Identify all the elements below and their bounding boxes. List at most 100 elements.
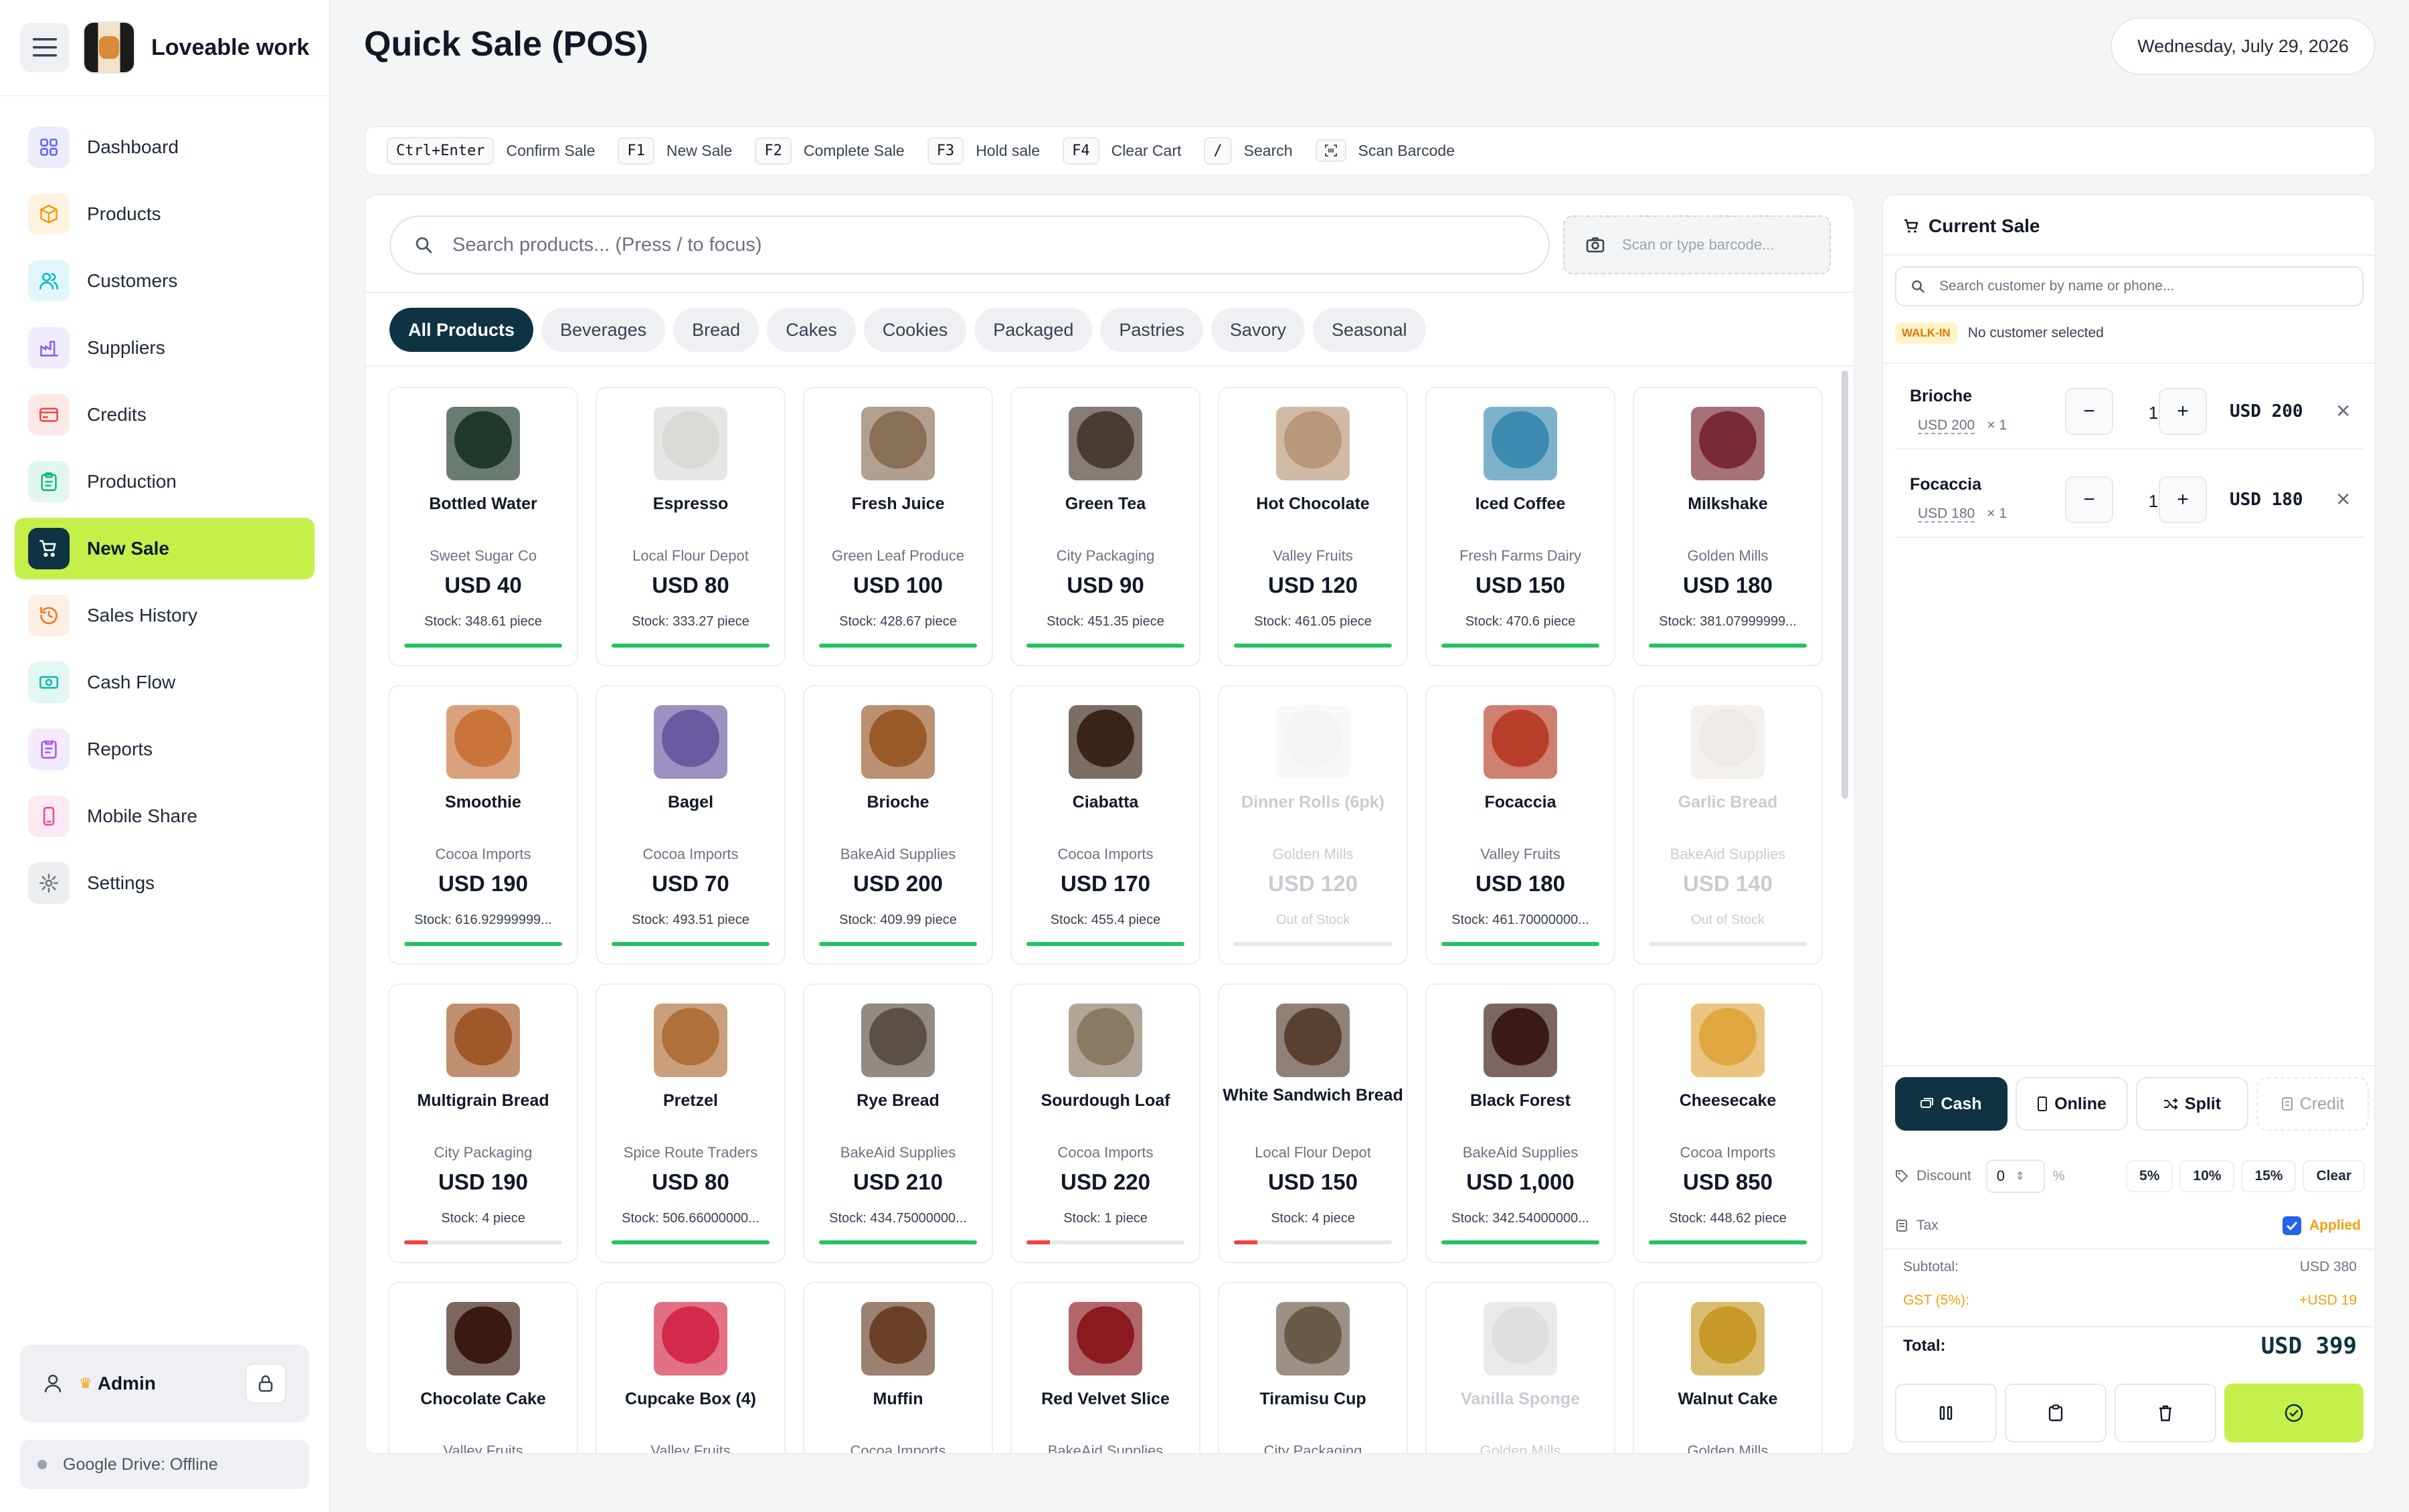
category-chip-all-products[interactable]: All Products bbox=[389, 308, 534, 352]
clipboard-icon bbox=[28, 461, 70, 502]
payment-online-button[interactable]: Online bbox=[2016, 1077, 2128, 1131]
customer-search-input[interactable] bbox=[1939, 278, 2341, 294]
category-chip-bread[interactable]: Bread bbox=[673, 308, 760, 352]
discount-preset-10pct[interactable]: 10% bbox=[2179, 1160, 2235, 1192]
shortcut-key: / bbox=[1204, 136, 1232, 165]
product-name: Pretzel bbox=[663, 1091, 718, 1110]
sidebar-item-settings[interactable]: Settings bbox=[15, 852, 315, 914]
product-stock: Out of Stock bbox=[1690, 913, 1765, 927]
complete-sale-button[interactable] bbox=[2224, 1384, 2363, 1442]
total-label: Total: bbox=[1903, 1337, 1946, 1355]
sidebar-item-sales-history[interactable]: Sales History bbox=[15, 585, 315, 646]
tax-toggle[interactable]: Applied bbox=[2283, 1216, 2361, 1235]
category-chip-seasonal[interactable]: Seasonal bbox=[1312, 308, 1426, 352]
unit-price[interactable]: USD 180 bbox=[1918, 506, 1975, 523]
product-card[interactable]: Cupcake Box (4) Valley Fruits bbox=[596, 1282, 786, 1453]
clear-cart-button[interactable] bbox=[2115, 1384, 2216, 1442]
payment-credit-button[interactable]: Credit bbox=[2256, 1077, 2369, 1131]
product-card[interactable]: Espresso Local Flour Depot USD 80 Stock: 33… bbox=[596, 387, 786, 666]
product-card[interactable]: Chocolate Cake Valley Fruits bbox=[388, 1282, 578, 1453]
product-card[interactable]: Muffin Cocoa Imports bbox=[803, 1282, 993, 1453]
product-supplier: Local Flour Depot bbox=[1255, 1144, 1371, 1161]
shortcut-key: F1 bbox=[618, 136, 654, 165]
product-search-input[interactable] bbox=[452, 233, 1456, 256]
sidebar-item-suppliers[interactable]: Suppliers bbox=[15, 317, 315, 379]
product-card[interactable]: Milkshake Golden Mills USD 180 Stock: 381.0… bbox=[1633, 387, 1823, 666]
product-card[interactable]: Hot Chocolate Valley Fruits USD 120 Stock: … bbox=[1218, 387, 1408, 666]
sidebar-item-mobile-share[interactable]: Mobile Share bbox=[15, 785, 315, 847]
stock-level-bar bbox=[1234, 1240, 1392, 1244]
product-card[interactable]: Sourdough Loaf Cocoa Imports USD 220 Stock:… bbox=[1010, 983, 1200, 1263]
product-image bbox=[861, 1004, 935, 1077]
product-card[interactable]: Focaccia Valley Fruits USD 180 Stock: 461.7… bbox=[1425, 685, 1615, 965]
product-card[interactable]: Black Forest BakeAid Supplies USD 1,000 Sto… bbox=[1425, 983, 1615, 1263]
product-name: Muffin bbox=[873, 1390, 923, 1408]
product-card[interactable]: Garlic Bread BakeAid Supplies USD 140 Out o… bbox=[1633, 685, 1823, 965]
sidebar-item-new-sale[interactable]: New Sale bbox=[15, 518, 315, 579]
sidebar-item-cash-flow[interactable]: Cash Flow bbox=[15, 652, 315, 713]
product-card[interactable]: Walnut Cake Golden Mills bbox=[1633, 1282, 1823, 1453]
search-icon bbox=[1912, 280, 1925, 293]
product-supplier: Cocoa Imports bbox=[1057, 1144, 1154, 1161]
product-card[interactable]: Red Velvet Slice BakeAid Supplies bbox=[1010, 1282, 1200, 1453]
stepper-icon[interactable]: ⇕ bbox=[2016, 1169, 2024, 1183]
category-chip-pastries[interactable]: Pastries bbox=[1100, 308, 1203, 352]
category-chip-cakes[interactable]: Cakes bbox=[767, 308, 856, 352]
product-price: USD 70 bbox=[652, 871, 729, 896]
customer-status: WALK-IN No customer selected bbox=[1895, 322, 2104, 344]
product-card[interactable]: Multigrain Bread City Packaging USD 190 Sto… bbox=[388, 983, 578, 1263]
category-chip-packaged[interactable]: Packaged bbox=[974, 308, 1093, 352]
product-card[interactable]: Pretzel Spice Route Traders USD 80 Stock: 5… bbox=[596, 983, 786, 1263]
remove-item-icon[interactable]: ✕ bbox=[2335, 488, 2351, 510]
user-card[interactable]: ♛ Admin bbox=[20, 1345, 309, 1422]
discount-preset-clear[interactable]: Clear bbox=[2303, 1160, 2365, 1192]
product-card[interactable]: Rye Bread BakeAid Supplies USD 210 Stock: 4… bbox=[803, 983, 993, 1263]
product-card[interactable]: Cheesecake Cocoa Imports USD 850 Stock: 448… bbox=[1633, 983, 1823, 1263]
increase-qty-button[interactable]: + bbox=[2159, 388, 2207, 435]
lock-button[interactable] bbox=[245, 1363, 286, 1404]
product-card[interactable]: Dinner Rolls (6pk) Golden Mills USD 120 Out… bbox=[1218, 685, 1408, 965]
category-chip-beverages[interactable]: Beverages bbox=[541, 308, 666, 352]
category-chip-cookies[interactable]: Cookies bbox=[863, 308, 967, 352]
product-card[interactable]: Fresh Juice Green Leaf Produce USD 100 Stoc… bbox=[803, 387, 993, 666]
sidebar-item-customers[interactable]: Customers bbox=[15, 250, 315, 312]
customer-search[interactable] bbox=[1895, 266, 2363, 306]
hold-sale-button[interactable] bbox=[1895, 1384, 1997, 1442]
product-card[interactable]: White Sandwich Bread Local Flour Depot USD… bbox=[1218, 983, 1408, 1263]
product-card[interactable]: Vanilla Sponge Golden Mills bbox=[1425, 1282, 1615, 1453]
product-card[interactable]: Bagel Cocoa Imports USD 70 Stock: 493.51 pi… bbox=[596, 685, 786, 965]
discount-input[interactable]: 0 ⇕ bbox=[1985, 1159, 2045, 1193]
unit-price[interactable]: USD 200 bbox=[1918, 417, 1975, 434]
stock-level-bar bbox=[1441, 644, 1599, 648]
sidebar-item-products[interactable]: Products bbox=[15, 183, 315, 245]
checkbox-checked-icon[interactable] bbox=[2283, 1216, 2301, 1235]
subtotal-label: Subtotal: bbox=[1903, 1259, 1959, 1274]
payment-split-button[interactable]: Split bbox=[2136, 1077, 2248, 1131]
sidebar-item-production[interactable]: Production bbox=[15, 451, 315, 512]
product-card[interactable]: Green Tea City Packaging USD 90 Stock: 451.… bbox=[1010, 387, 1200, 666]
sidebar-item-reports[interactable]: Reports bbox=[15, 719, 315, 780]
payment-cash-button[interactable]: Cash bbox=[1895, 1077, 2008, 1131]
product-card[interactable]: Brioche BakeAid Supplies USD 200 Stock: 409… bbox=[803, 685, 993, 965]
product-name: Ciabatta bbox=[1072, 793, 1139, 812]
decrease-qty-button[interactable]: − bbox=[2065, 476, 2113, 523]
discount-preset-5pct[interactable]: 5% bbox=[2126, 1160, 2173, 1192]
menu-toggle-button[interactable] bbox=[20, 23, 70, 72]
product-card[interactable]: Ciabatta Cocoa Imports USD 170 Stock: 455.4… bbox=[1010, 685, 1200, 965]
product-card[interactable]: Tiramisu Cup City Packaging bbox=[1218, 1282, 1408, 1453]
clipboard-button[interactable] bbox=[2005, 1384, 2107, 1442]
barcode-input[interactable]: Scan or type barcode... bbox=[1563, 215, 1831, 274]
product-price: USD 40 bbox=[444, 573, 522, 597]
decrease-qty-button[interactable]: − bbox=[2065, 388, 2113, 435]
increase-qty-button[interactable]: + bbox=[2159, 476, 2207, 523]
product-search[interactable] bbox=[389, 215, 1550, 274]
sidebar-item-dashboard[interactable]: Dashboard bbox=[15, 116, 315, 178]
discount-preset-15pct[interactable]: 15% bbox=[2241, 1160, 2297, 1192]
scrollbar[interactable] bbox=[1842, 371, 1848, 799]
product-card[interactable]: Iced Coffee Fresh Farms Dairy USD 150 Stock… bbox=[1425, 387, 1615, 666]
remove-item-icon[interactable]: ✕ bbox=[2335, 400, 2351, 422]
product-card[interactable]: Bottled Water Sweet Sugar Co USD 40 Stock: … bbox=[388, 387, 578, 666]
category-chip-savory[interactable]: Savory bbox=[1211, 308, 1305, 352]
product-card[interactable]: Smoothie Cocoa Imports USD 190 Stock: 616.9… bbox=[388, 685, 578, 965]
sidebar-item-credits[interactable]: Credits bbox=[15, 384, 315, 446]
